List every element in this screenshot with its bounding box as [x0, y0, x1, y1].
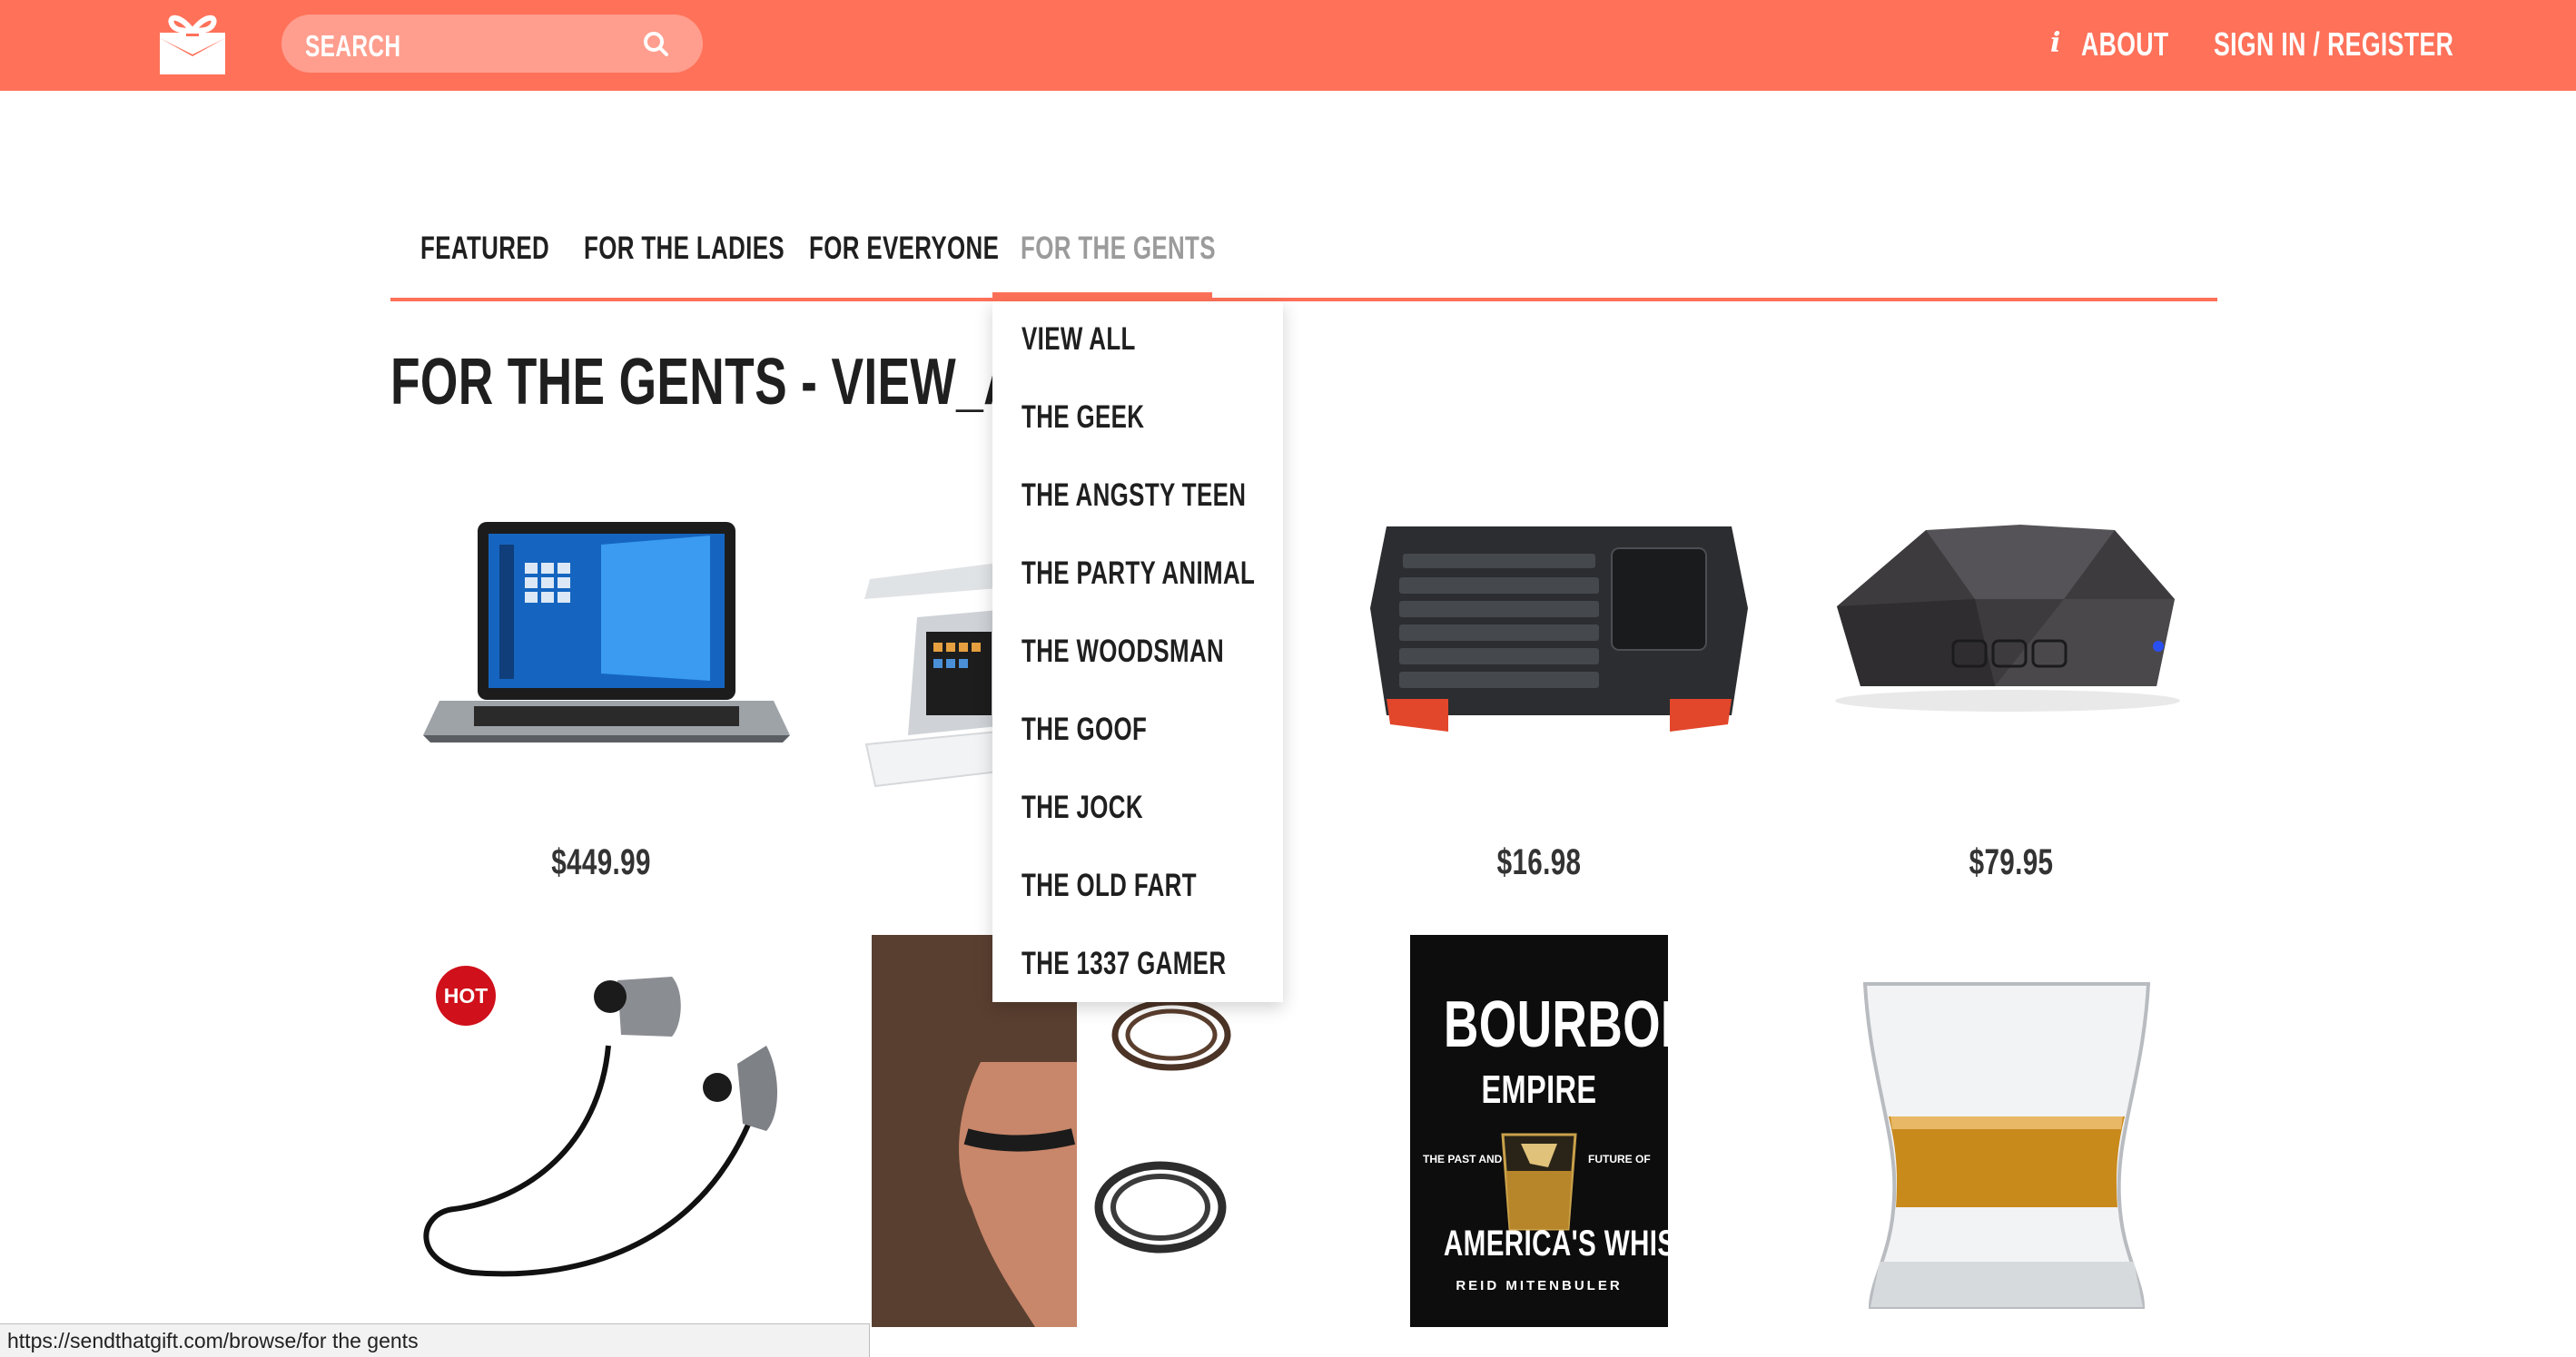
product-price: $16.98 — [1496, 842, 1582, 882]
product-card-speaker[interactable]: $79.95 — [1793, 472, 2229, 882]
search-icon[interactable] — [641, 29, 670, 58]
tabs-divider — [390, 298, 2217, 301]
about-link[interactable]: i ABOUT — [2050, 24, 2168, 64]
book-title-mid: EMPIRE — [1481, 1067, 1597, 1112]
browser-status-bar: https://sendthatgift.com/browse/for the … — [0, 1323, 870, 1357]
tab-for-the-ladies[interactable]: FOR THE LADIES — [584, 231, 785, 267]
tab-for-everyone[interactable]: FOR EVERYONE — [809, 231, 999, 267]
product-card-laptop[interactable]: $449.99 — [383, 472, 819, 882]
book-title-bottom: AMERICA'S WHISKEY — [1443, 1224, 1732, 1264]
info-icon: i — [2050, 27, 2061, 59]
book-subtitle-right: FUTURE OF — [1588, 1153, 1651, 1165]
mini-keyboard-image — [1370, 526, 1748, 732]
dropdown-item-the-woodsman[interactable]: THE WOODSMAN — [1022, 634, 1224, 670]
tab-featured[interactable]: FEATURED — [420, 231, 549, 267]
product-card-mini-keyboard[interactable]: $16.98 — [1321, 472, 1757, 882]
book-author: REID MITENBULER — [1456, 1278, 1623, 1293]
tab-for-the-gents[interactable]: FOR THE GENTS — [1021, 231, 1216, 267]
signin-register-link[interactable]: SIGN IN / REGISTER — [2214, 25, 2453, 64]
dropdown-item-the-party-animal[interactable]: THE PARTY ANIMAL — [1022, 556, 1255, 592]
product-price: $79.95 — [1969, 842, 2054, 882]
hot-badge: HOT — [436, 966, 496, 1026]
dropdown-item-the-jock[interactable]: THE JOCK — [1022, 790, 1143, 826]
speaker-image — [1835, 525, 2180, 712]
dropdown-item-the-old-fart[interactable]: THE OLD FART — [1022, 868, 1197, 904]
product-card-bourbon-book[interactable]: BOURBON EMPIRE THE PAST AND FUTURE OF AM… — [1410, 935, 1732, 1327]
gents-dropdown-menu: VIEW ALL THE GEEK THE ANGSTY TEEN THE PA… — [992, 301, 1283, 1002]
about-label: ABOUT — [2081, 25, 2169, 63]
dropdown-item-the-angsty-teen[interactable]: THE ANGSTY TEEN — [1022, 477, 1246, 514]
bourbon-book-cover: BOURBON EMPIRE THE PAST AND FUTURE OF AM… — [1410, 935, 1732, 1327]
book-subtitle-left: THE PAST AND — [1423, 1153, 1503, 1165]
whiskey-glass-image — [1862, 982, 2151, 1309]
active-tab-indicator — [992, 292, 1212, 300]
dropdown-item-view-all[interactable]: VIEW ALL — [1022, 321, 1136, 358]
product-card-whiskey-glass[interactable] — [1843, 962, 2170, 1352]
laptop-image — [423, 522, 790, 742]
product-price: $449.99 — [551, 842, 651, 882]
top-header: SEARCH i ABOUT SIGN IN / REGISTER — [0, 0, 2576, 91]
dropdown-item-the-geek[interactable]: THE GEEK — [1022, 399, 1144, 436]
whiskey-glass-graphic — [1501, 1133, 1577, 1231]
book-title-top: BOURBON — [1443, 988, 1696, 1061]
dropdown-item-the-goof[interactable]: THE GOOF — [1022, 712, 1147, 748]
status-url: https://sendthatgift.com/browse/for the … — [7, 1329, 419, 1352]
search-input[interactable]: SEARCH — [305, 29, 400, 64]
page-title: FOR THE GENTS - VIEW_ALL — [390, 346, 1079, 418]
dropdown-item-the-1337-gamer[interactable]: THE 1337 GAMER — [1022, 946, 1226, 982]
gift-logo-icon[interactable] — [158, 11, 227, 76]
search-bar[interactable]: SEARCH — [281, 15, 703, 73]
